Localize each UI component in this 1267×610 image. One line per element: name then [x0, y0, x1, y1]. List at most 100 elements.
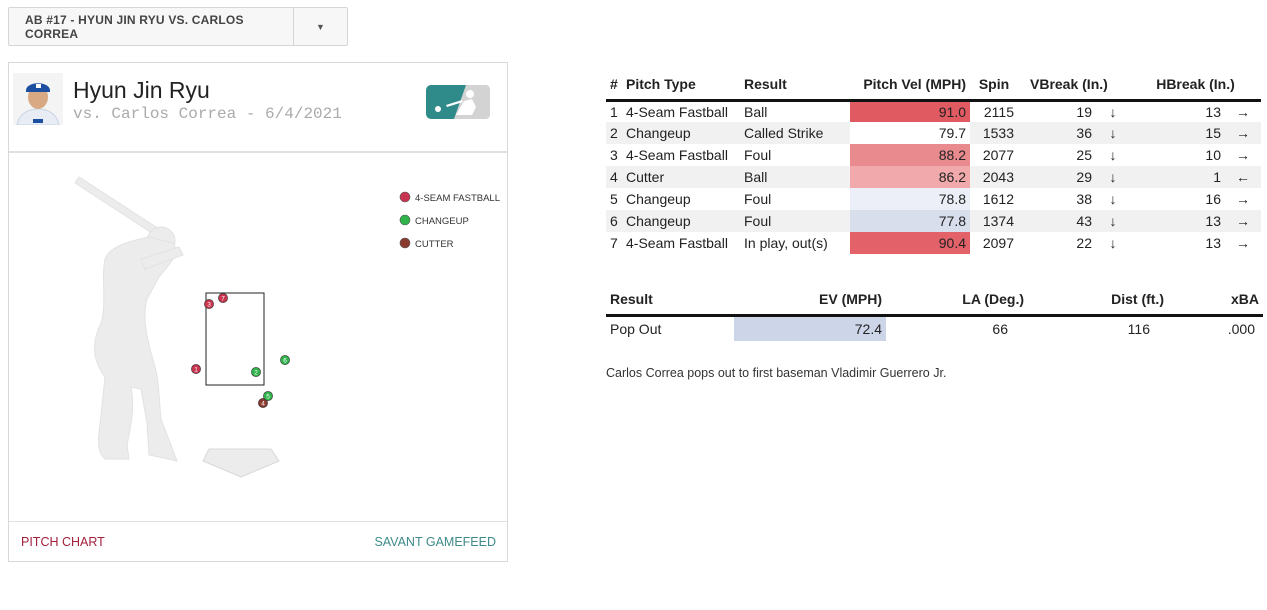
column-header: Pitch Vel (MPH) — [850, 70, 970, 102]
column-header: # — [606, 70, 622, 102]
pitcher-avatar — [13, 73, 63, 125]
pitch-type: 4-Seam Fastball — [626, 147, 728, 163]
column-header: Spin — [970, 70, 1018, 102]
pitch-marker-1[interactable]: 1 — [191, 364, 201, 374]
pitch-result: Foul — [744, 147, 772, 163]
pitch-marker-label: 6 — [283, 358, 287, 365]
down-arrow-icon: ↓ — [1109, 147, 1117, 163]
pitch-marker-label: 3 — [207, 302, 211, 309]
horizontal-break: 13 — [1205, 235, 1221, 251]
pitch-velocity: 91.0 — [850, 100, 970, 122]
pitch-velocity: 77.8 — [850, 210, 970, 232]
pitch-marker-3[interactable]: 3 — [204, 299, 214, 309]
launch-angle-value: 66 — [992, 320, 1008, 337]
pitch-number: 3 — [610, 147, 618, 163]
pitch-row: 6 Changeup Foul 77.8 1374 43 ↓ 13 → — [606, 210, 1261, 232]
horizontal-break: 10 — [1205, 147, 1221, 163]
pitch-chart-card: Hyun Jin Ryu vs. Carlos Correa - 6/4/202… — [8, 62, 508, 562]
matchup-text: vs. Carlos Correa - 6/4/2021 — [73, 105, 342, 123]
column-header: EV (MPH) — [734, 285, 886, 317]
card-footer: PITCH CHART SAVANT GAMEFEED — [9, 521, 507, 561]
down-arrow-icon: ↓ — [1096, 166, 1130, 188]
column-header: xBA — [1168, 285, 1263, 317]
pitch-row: 5 Changeup Foul 78.8 1612 38 ↓ 16 → — [606, 188, 1261, 210]
pitch-result: Foul — [740, 210, 850, 232]
spin-rate: 1533 — [970, 122, 1018, 144]
pitch-marker-7[interactable]: 7 — [218, 293, 228, 303]
pitch-number: 7 — [610, 235, 618, 251]
pitch-row: 7 4-Seam Fastball In play, out(s) 90.4 2097 2… — [606, 232, 1261, 254]
play-description: Carlos Correa pops out to first baseman … — [606, 366, 947, 380]
legend-swatch-4-seam-fastball — [399, 191, 411, 203]
legend-label-changeup: CHANGEUP — [415, 216, 469, 227]
pitch-marker-6[interactable]: 6 — [280, 355, 290, 365]
vertical-break: 29 — [1018, 166, 1096, 188]
pitch-marker-label: 1 — [194, 367, 198, 374]
distance-value: 116 — [1127, 320, 1150, 337]
strike-zone-svg: 4-SEAM FASTBALL CHANGEUP CUTTER 1 2 3 4 … — [74, 176, 500, 478]
pitch-row: 3 4-Seam Fastball Foul 88.2 2077 25 ↓ 10 → — [606, 144, 1261, 166]
pitch-marker-2[interactable]: 2 — [251, 367, 261, 377]
pitch-table-header: # Pitch Type Result Pitch Vel (MPH) Spin… — [606, 70, 1261, 102]
right-arrow-icon: → — [1225, 210, 1261, 232]
savant-gamefeed-link[interactable]: SAVANT GAMEFEED — [374, 535, 496, 549]
pitch-type: Cutter — [622, 166, 740, 188]
pitch-result: Called Strike — [740, 122, 850, 144]
vertical-break: 38 — [1076, 191, 1092, 207]
right-arrow-icon: → — [1236, 191, 1250, 207]
vertical-break: 36 — [1018, 122, 1096, 144]
right-arrow-icon: → — [1225, 122, 1261, 144]
vertical-break: 22 — [1076, 235, 1092, 251]
down-arrow-icon: ↓ — [1096, 122, 1130, 144]
pitch-marker-label: 4 — [261, 401, 265, 408]
column-header: HBreak (In.) — [1130, 70, 1261, 102]
pitch-result: Ball — [740, 166, 850, 188]
spin-rate: 2115 — [983, 103, 1014, 120]
pitch-chart-link[interactable]: PITCH CHART — [21, 535, 105, 549]
result-value: Pop Out — [610, 320, 662, 337]
right-arrow-icon: → — [1236, 147, 1250, 163]
pitch-result: Ball — [744, 103, 768, 120]
horizontal-break: 13 — [1205, 103, 1221, 120]
pitch-velocity: 90.4 — [850, 232, 970, 254]
column-header: VBreak (In.) — [1018, 70, 1130, 102]
column-header: Result — [606, 285, 734, 317]
pitch-number: 6 — [606, 210, 622, 232]
pitch-type: Changeup — [626, 191, 691, 207]
legend-swatch-cutter — [399, 237, 411, 249]
strike-zone-chart: 4-SEAM FASTBALL CHANGEUP CUTTER 1 2 3 4 … — [9, 155, 507, 521]
horizontal-break: 13 — [1130, 210, 1225, 232]
pitch-marker-5[interactable]: 5 — [263, 391, 273, 401]
exit-velocity-value: 72.4 — [734, 315, 886, 341]
column-header: Dist (ft.) — [1028, 285, 1168, 317]
at-bat-select[interactable]: AB #17 - HYUN JIN RYU VS. CARLOS CORREA … — [8, 7, 348, 46]
pitch-table: # Pitch Type Result Pitch Vel (MPH) Spin… — [606, 70, 1261, 254]
pitch-marker-label: 5 — [266, 394, 270, 401]
pitch-row: 1 4-Seam Fastball Ball 91.0 2115 19 ↓ 13 → — [606, 100, 1261, 122]
pitcher-name: Hyun Jin Ryu — [73, 77, 210, 103]
pitch-number: 4 — [606, 166, 622, 188]
down-arrow-icon: ↓ — [1096, 210, 1130, 232]
legend: 4-SEAM FASTBALL CHANGEUP CUTTER — [399, 191, 500, 250]
pitch-velocity: 78.8 — [850, 188, 970, 210]
result-row: Pop Out 72.4 66 116 .000 — [606, 315, 1263, 341]
legend-label-cutter: CUTTER — [415, 239, 454, 250]
left-arrow-icon: ← — [1225, 166, 1261, 188]
spin-rate: 2077 — [982, 147, 1014, 163]
column-header: Result — [740, 70, 850, 102]
pitch-number: 5 — [610, 191, 618, 207]
pitch-marker-label: 7 — [221, 296, 225, 303]
home-plate — [202, 448, 280, 478]
down-arrow-icon: ↓ — [1109, 103, 1117, 120]
result-table-header: Result EV (MPH) LA (Deg.) Dist (ft.) xBA — [606, 285, 1263, 317]
spin-rate: 1612 — [982, 191, 1014, 207]
pitch-number: 1 — [610, 103, 618, 120]
pitch-velocity: 88.2 — [850, 144, 970, 166]
vertical-break: 19 — [1076, 103, 1092, 120]
column-header: LA (Deg.) — [886, 285, 1028, 317]
pitch-marker-label: 2 — [254, 370, 258, 377]
chevron-down-icon[interactable]: ▼ — [293, 8, 347, 45]
pitch-type: Changeup — [622, 122, 740, 144]
spin-rate: 1374 — [970, 210, 1018, 232]
legend-swatch-changeup — [399, 214, 411, 226]
